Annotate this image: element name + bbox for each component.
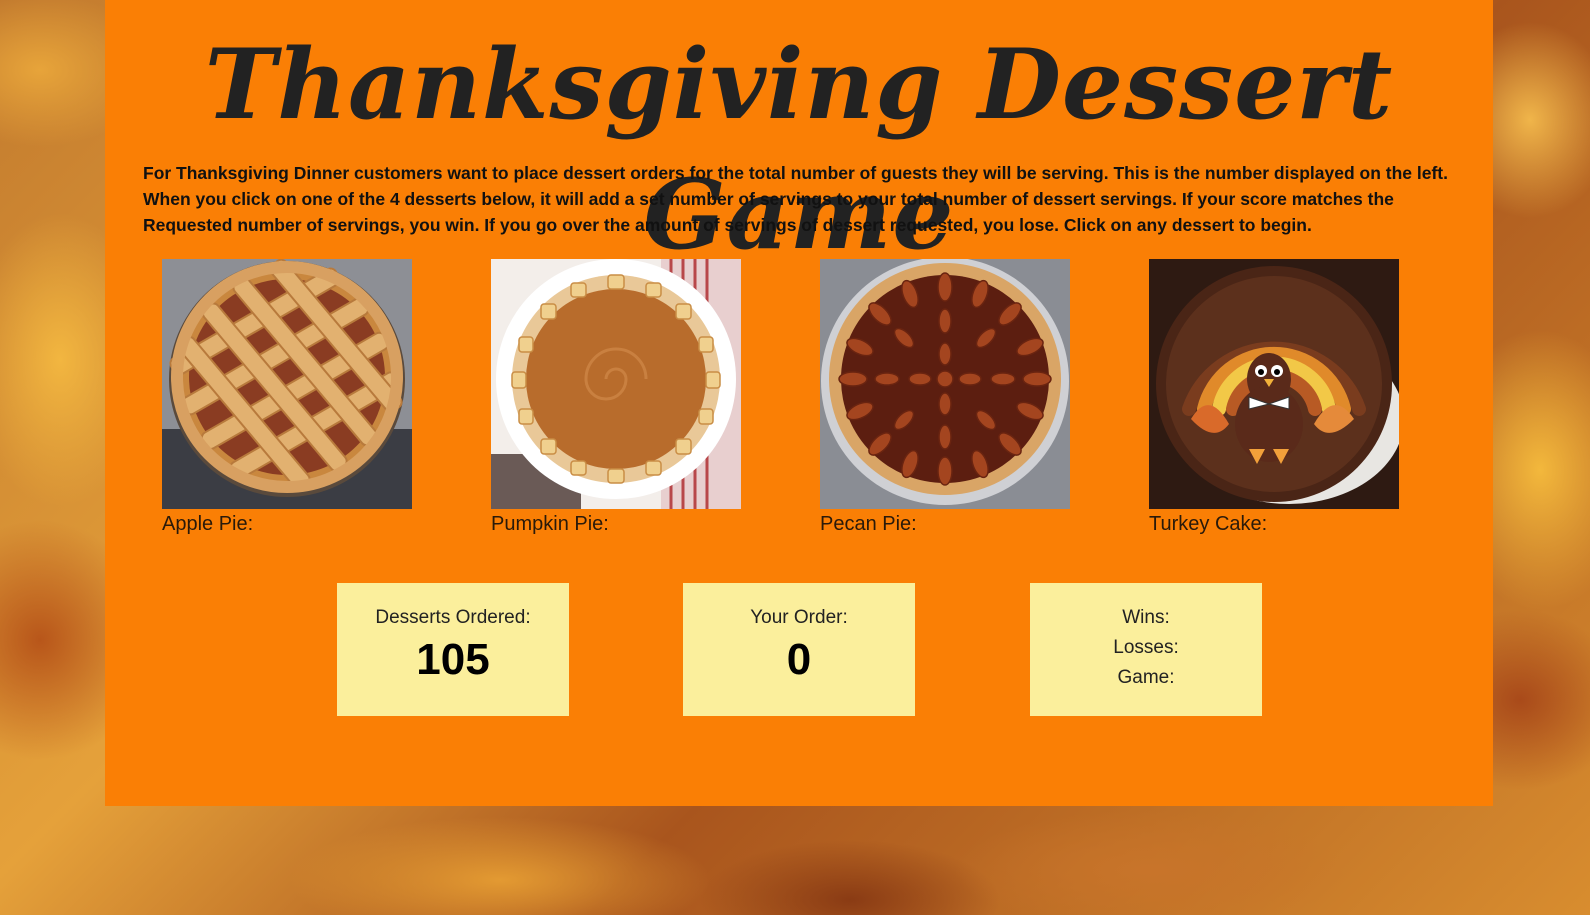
your-order-label: Your Order:: [750, 607, 848, 628]
desserts-ordered-label: Desserts Ordered:: [375, 607, 531, 628]
dessert-pumpkin-pie[interactable]: Pumpkin Pie:: [491, 259, 741, 537]
dessert-pecan-pie[interactable]: Pecan Pie:: [820, 259, 1070, 537]
dessert-turkey-cake[interactable]: Turkey Cake:: [1149, 259, 1399, 537]
game-panel: Thanksgiving Dessert Game For Thanksgivi…: [105, 0, 1493, 806]
pumpkin-pie-label: Pumpkin Pie:: [491, 513, 609, 535]
your-order-box: Your Order: 0: [683, 583, 915, 716]
apple-pie-image[interactable]: [162, 259, 412, 509]
apple-pie-label: Apple Pie:: [162, 513, 254, 535]
pumpkin-pie-image[interactable]: [491, 259, 741, 509]
wins-label: Wins:: [1122, 607, 1170, 628]
page-title: Thanksgiving Dessert Game: [204, 28, 1394, 271]
pecan-pie-image[interactable]: [820, 259, 1070, 509]
desserts-ordered-value: 105: [416, 635, 490, 684]
dessert-apple-pie[interactable]: Apple Pie:: [162, 259, 412, 537]
instructions-text: For Thanksgiving Dinner customers want t…: [143, 163, 1448, 235]
your-order-value: 0: [786, 635, 812, 684]
turkey-cake-label: Turkey Cake:: [1149, 513, 1268, 535]
pecan-pie-label: Pecan Pie:: [820, 513, 917, 535]
desserts-ordered-box: Desserts Ordered: 105: [337, 583, 569, 716]
losses-label: Losses:: [1113, 637, 1179, 658]
game-label: Game:: [1117, 667, 1175, 688]
stats-box: Wins: Losses: Game:: [1030, 583, 1262, 716]
turkey-cake-image[interactable]: [1149, 259, 1399, 509]
